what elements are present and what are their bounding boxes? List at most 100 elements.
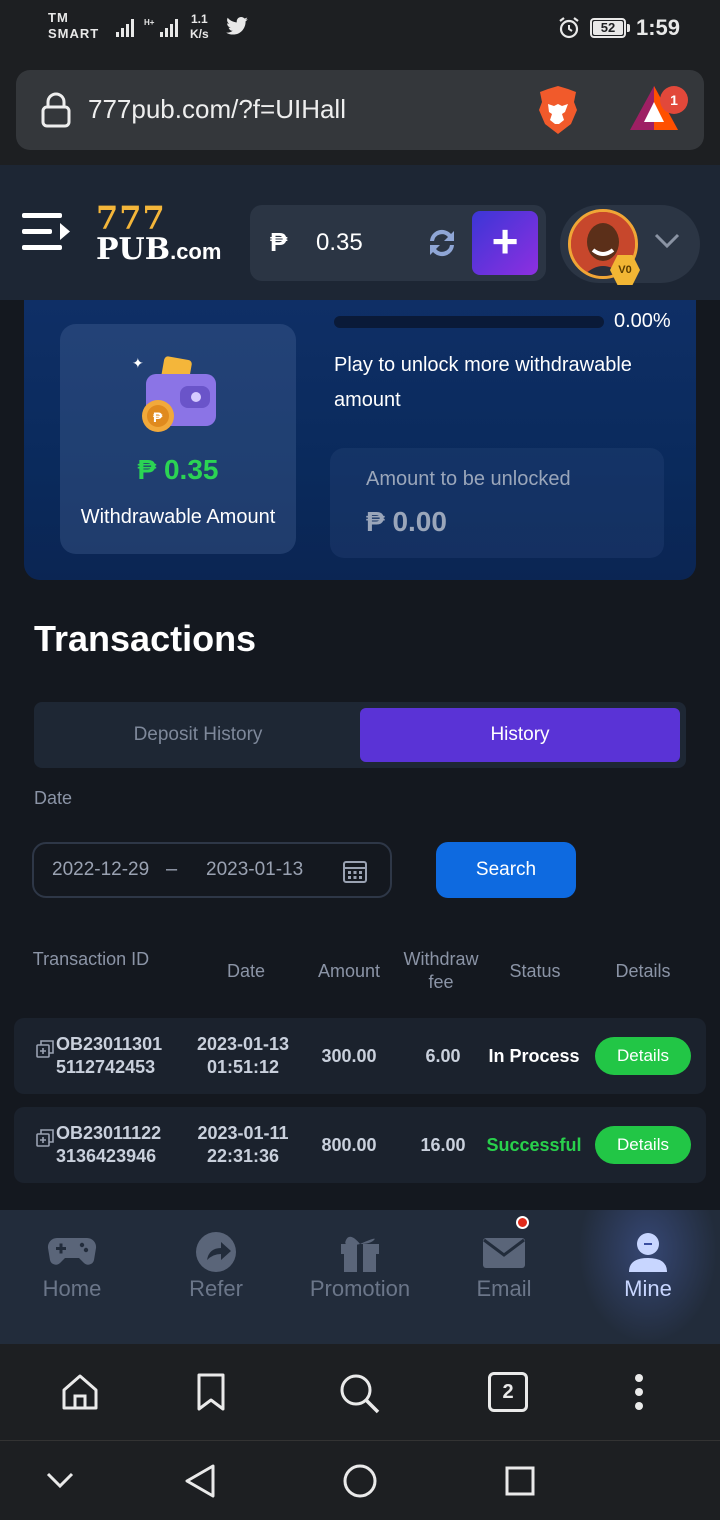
nav-label-email: Email	[476, 1276, 532, 1301]
tab-deposit-history[interactable]: Deposit History	[34, 708, 362, 762]
col-transaction-id: Transaction ID	[32, 949, 150, 969]
battery-level: 52	[600, 20, 616, 35]
search-icon[interactable]	[338, 1372, 382, 1416]
copy-icon[interactable]	[36, 1040, 54, 1058]
col-status: Status	[509, 961, 561, 981]
menu-icon[interactable]	[22, 211, 74, 253]
brave-shields-icon[interactable]	[534, 84, 582, 136]
transaction-id-line1: OB23011301	[56, 1034, 163, 1054]
status-bar: TM SMART H+ 1.1 K/s 52 1:59	[0, 0, 720, 60]
nav-label-home: Home	[42, 1276, 102, 1301]
table-row: OB23011122 3136423946 2023-01-11 22:31:3…	[14, 1107, 706, 1183]
carrier-line2: SMART	[48, 26, 100, 41]
to-unlock-box: Amount to be unlocked ₱ 0.00	[330, 448, 664, 558]
logo-suffix: .com	[170, 239, 222, 264]
twitter-icon	[226, 17, 248, 35]
transaction-status: Successful	[486, 1135, 582, 1155]
wallet-icon: ✦ ₱	[132, 355, 216, 432]
transaction-date: 2023-01-11 22:31:36	[188, 1122, 298, 1168]
search-button[interactable]: Search	[436, 842, 576, 898]
logo-pub: PUB.com	[96, 233, 221, 269]
tab-history[interactable]: History	[360, 708, 680, 762]
date-to[interactable]: 2023-01-13	[206, 859, 303, 881]
nav-home[interactable]: Home	[0, 1210, 144, 1344]
browser-toolbar: 2	[0, 1344, 720, 1440]
network-speed: 1.1 K/s	[190, 12, 209, 42]
transaction-fee: 6.00	[425, 1046, 461, 1066]
gift-icon	[341, 1236, 379, 1272]
chevron-down-icon[interactable]	[654, 233, 680, 249]
recent-apps-icon[interactable]	[504, 1465, 536, 1497]
user-icon	[629, 1233, 667, 1272]
transaction-date-time: 22:31:36	[206, 1146, 280, 1166]
nav-label-refer: Refer	[189, 1276, 243, 1301]
calendar-icon[interactable]	[342, 858, 368, 884]
refresh-icon[interactable]	[424, 227, 460, 259]
balance-value: 0.35	[316, 229, 363, 256]
clock: 1:59	[636, 15, 681, 40]
date-separator: –	[166, 858, 178, 880]
transaction-id-line2: 5112742453	[56, 1057, 156, 1077]
unlock-message: Play to unlock more withdrawable amount	[334, 354, 632, 411]
nav-promotion[interactable]: Promotion	[288, 1210, 432, 1344]
to-unlock-label: Amount to be unlocked	[366, 468, 571, 490]
url-text[interactable]: 777pub.com/?f=UIHall	[88, 94, 346, 125]
transactions-title: Transactions	[34, 618, 257, 659]
app-bottom-nav: Home Refer Promotion Email Mine	[0, 1210, 720, 1344]
withdrawable-label: Withdrawable Amount	[80, 506, 276, 528]
transaction-date-day: 2023-01-13	[196, 1034, 290, 1054]
transaction-id: OB23011122 3136423946	[56, 1122, 176, 1168]
currency-symbol: ₱	[270, 227, 288, 257]
mail-icon	[483, 1238, 525, 1268]
gamepad-icon	[47, 1237, 97, 1265]
carrier-label: TM SMART	[48, 10, 99, 42]
rewards-badge: 1	[660, 86, 688, 114]
transaction-id-line1: OB23011122	[56, 1123, 162, 1143]
svg-text:₱: ₱	[153, 409, 163, 425]
nav-mine[interactable]: Mine	[576, 1210, 720, 1344]
main-content: ✦ ₱ ₱ 0.35 Withdrawable Amount 0.00% Pla…	[0, 300, 720, 1210]
date-label: Date	[34, 788, 73, 808]
site-header: 777 PUB.com ₱ 0.35 + V0	[0, 165, 720, 300]
withdrawable-card: ✦ ₱ ₱ 0.35 Withdrawable Amount	[60, 324, 296, 554]
share-icon	[196, 1232, 236, 1272]
speed-value: 1.1	[191, 12, 208, 26]
transaction-amount: 300.00	[321, 1046, 377, 1066]
transaction-id-line2: 3136423946	[56, 1146, 157, 1166]
home-circle-icon[interactable]	[342, 1463, 378, 1499]
collapse-down-icon[interactable]	[46, 1471, 74, 1489]
system-navigation-bar	[0, 1440, 720, 1520]
nav-refer[interactable]: Refer	[144, 1210, 288, 1344]
bookmark-icon[interactable]	[196, 1372, 226, 1412]
transaction-amount: 800.00	[321, 1135, 377, 1155]
col-amount: Amount	[317, 961, 381, 981]
transaction-fee: 16.00	[420, 1135, 466, 1155]
details-button[interactable]: Details	[595, 1126, 691, 1164]
nav-email[interactable]: Email	[432, 1210, 576, 1344]
transaction-status: In Process	[488, 1046, 580, 1066]
date-from[interactable]: 2022-12-29	[52, 859, 149, 881]
to-unlock-amount: ₱ 0.00	[366, 506, 447, 537]
copy-icon[interactable]	[36, 1129, 54, 1147]
transaction-id: OB23011301 5112742453	[56, 1033, 176, 1079]
details-button[interactable]: Details	[595, 1037, 691, 1075]
tabs-button[interactable]: 2	[488, 1372, 528, 1412]
site-logo[interactable]: 777 PUB.com	[96, 202, 221, 269]
lock-icon	[41, 92, 71, 128]
speed-unit: K/s	[190, 27, 209, 41]
home-icon[interactable]	[60, 1372, 100, 1412]
deposit-plus-button[interactable]: +	[472, 211, 538, 275]
col-withdraw-fee: Withdraw fee	[403, 949, 479, 992]
url-field[interactable]: 777pub.com/?f=UIHall	[16, 70, 704, 150]
unlock-progress-percent: 0.00%	[614, 310, 671, 332]
more-options-icon[interactable]	[632, 1372, 646, 1412]
date-range-picker[interactable]: 2022-12-29 – 2023-01-13	[32, 842, 392, 898]
profile-menu[interactable]: V0	[560, 205, 700, 285]
back-icon[interactable]	[184, 1463, 216, 1499]
wallet-panel: ✦ ₱ ₱ 0.35 Withdrawable Amount 0.00% Pla…	[24, 300, 696, 580]
transaction-date: 2023-01-13 01:51:12	[188, 1033, 298, 1079]
transaction-date-day: 2023-01-11	[197, 1123, 289, 1143]
col-date: Date	[226, 961, 266, 981]
svg-text:✦: ✦	[132, 355, 144, 371]
transaction-date-time: 01:51:12	[206, 1057, 280, 1077]
